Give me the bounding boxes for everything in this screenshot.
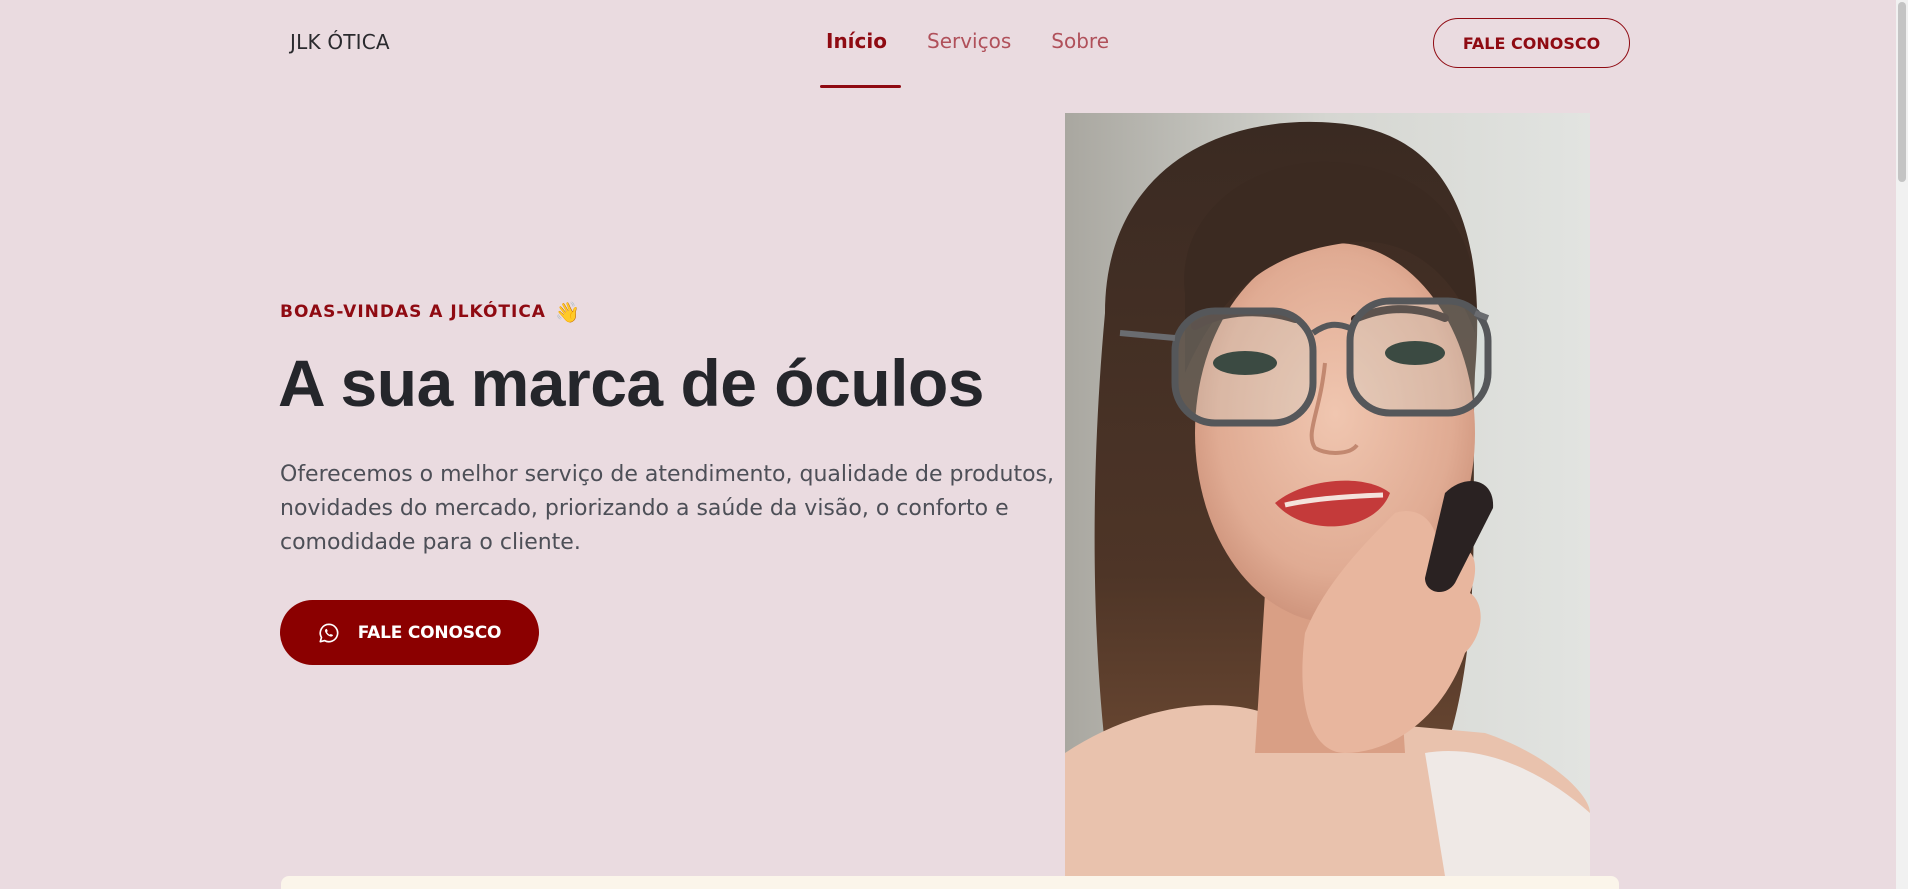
- hero-eyebrow: BOAS-VINDAS A JLKÓTICA 👋: [280, 300, 581, 324]
- brand-logo[interactable]: JLK ÓTICA: [290, 30, 390, 54]
- hero-contact-button-label: FALE CONOSCO: [357, 622, 502, 643]
- nav-item-servicos[interactable]: Serviços: [927, 0, 1011, 88]
- page-scrollbar[interactable]: [1896, 0, 1908, 889]
- next-section-card: [281, 876, 1619, 889]
- hero-description-line: Oferecemos o melhor serviço de atendimen…: [280, 462, 1054, 487]
- nav-item-inicio[interactable]: Início: [820, 0, 901, 88]
- hero-description-line: novidades do mercado, priorizando a saúd…: [280, 496, 1009, 521]
- hero-eyebrow-text: BOAS-VINDAS A JLKÓTICA: [280, 302, 546, 322]
- header-contact-button[interactable]: FALE CONOSCO: [1433, 18, 1630, 68]
- page: JLK ÓTICA Início Serviços Sobre FALE CON…: [0, 0, 1908, 889]
- hero-headline: A sua marca de óculos: [278, 346, 985, 420]
- scrollbar-thumb[interactable]: [1898, 2, 1906, 182]
- whatsapp-icon: [318, 622, 340, 644]
- hero-description-line: comodidade para o cliente.: [280, 530, 581, 555]
- woman-with-glasses-photo: [1065, 113, 1590, 876]
- hero-contact-button[interactable]: FALE CONOSCO: [280, 600, 539, 665]
- main-nav: Início Serviços Sobre: [820, 0, 1149, 90]
- nav-item-sobre[interactable]: Sobre: [1051, 0, 1109, 88]
- waving-hand-icon: 👋: [554, 300, 581, 324]
- hero-description: Oferecemos o melhor serviço de atendimen…: [280, 458, 1054, 560]
